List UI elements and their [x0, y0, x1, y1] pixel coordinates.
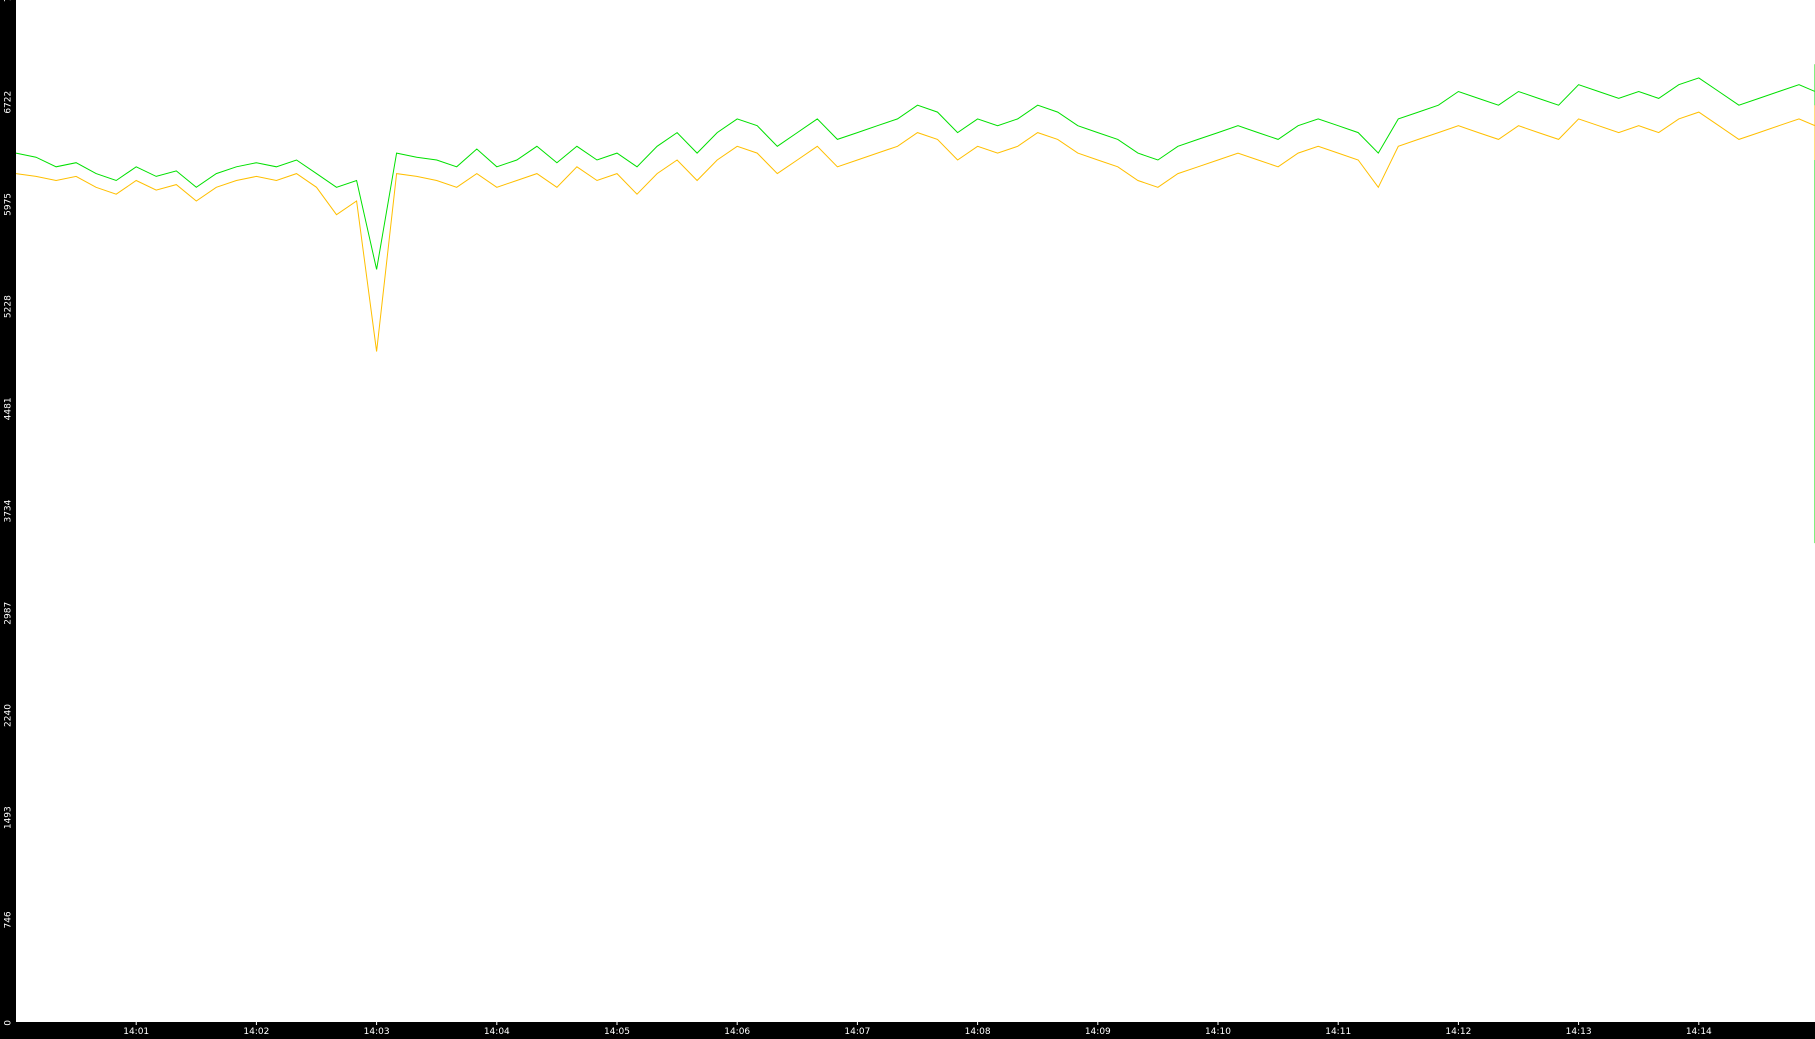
y-tick-label: 2987 [4, 602, 14, 625]
y-tick-label: 3734 [4, 499, 14, 522]
y-tick-label: 5975 [4, 193, 14, 216]
y-tick-label: 1493 [4, 806, 14, 829]
y-tick-label: 0 [4, 1020, 14, 1026]
x-tick-label: 14:05 [604, 1027, 630, 1037]
x-tick-label: 14:02 [243, 1027, 269, 1037]
x-tick-label: 14:09 [1085, 1027, 1111, 1037]
plot-area [16, 0, 1815, 1022]
x-tick-label: 14:10 [1205, 1027, 1231, 1037]
line-chart: 0 746 1493 2240 2987 3734 4481 5228 5975 6722 7469… [4, 0, 1815, 1037]
x-tick-label: 14:08 [965, 1027, 991, 1037]
x-tick-label: 14:03 [364, 1027, 390, 1037]
y-tick-label: 2240 [4, 704, 14, 727]
y-tick-label: 4481 [4, 397, 14, 420]
y-axis: 0 746 1493 2240 2987 3734 4481 5228 5975 6722 7469 [4, 0, 14, 1026]
y-tick-label: 5228 [4, 295, 14, 318]
chart-root: 0 746 1493 2240 2987 3734 4481 5228 5975 6722 7469… [0, 0, 1815, 1039]
x-tick-label: 14:06 [724, 1027, 750, 1037]
x-tick-label: 14:14 [1686, 1027, 1712, 1037]
y-tick-label: 746 [4, 911, 14, 928]
x-axis: 14:01 14:02 14:03 14:04 14:05 14:06 14:07 14:08… [123, 1022, 1712, 1037]
y-tick-label: 6722 [4, 91, 14, 114]
x-tick-label: 14:04 [484, 1027, 510, 1037]
x-tick-label: 14:11 [1325, 1027, 1351, 1037]
y-tick-label: 7469 [4, 0, 14, 2]
x-tick-label: 14:07 [844, 1027, 870, 1037]
x-tick-label: 14:01 [123, 1027, 149, 1037]
x-tick-label: 14:13 [1566, 1027, 1592, 1037]
x-tick-label: 14:12 [1445, 1027, 1471, 1037]
